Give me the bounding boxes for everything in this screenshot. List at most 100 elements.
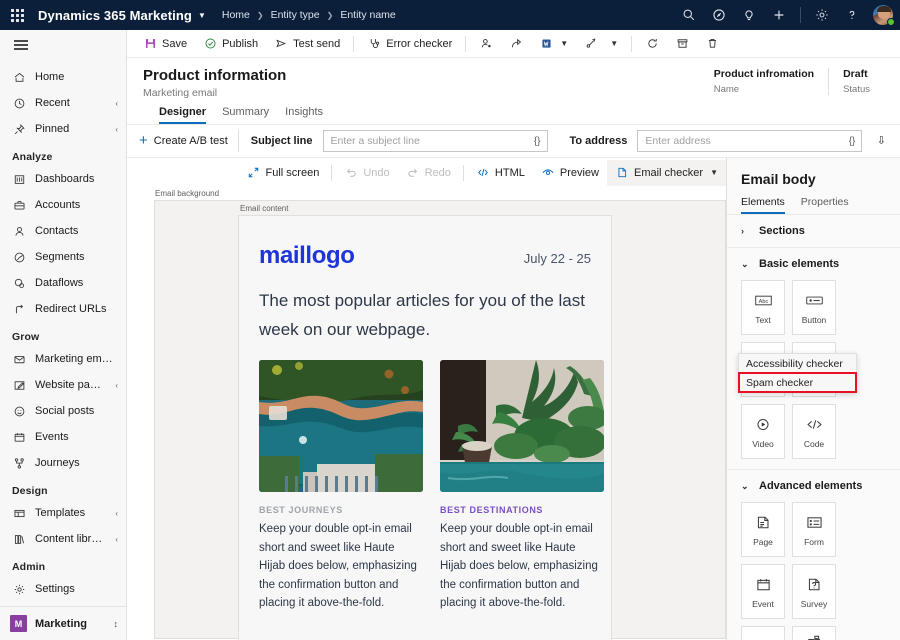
chevron-down-icon[interactable]: ▼ xyxy=(560,39,568,48)
sidebar-item-dashboards[interactable]: Dashboards xyxy=(0,166,126,192)
avatar[interactable] xyxy=(872,4,894,26)
breadcrumb-entity-type[interactable]: Entity type xyxy=(271,9,320,21)
email-card-body[interactable]: Keep your double opt-in email short and … xyxy=(259,520,423,613)
create-ab-test-button[interactable]: + Create A/B test xyxy=(139,135,238,147)
tropical-garden-pool-photo[interactable] xyxy=(440,360,604,492)
sidebar-item-website-pages[interactable]: Website pages ‹ xyxy=(0,372,126,398)
section-sections[interactable]: › Sections xyxy=(727,214,900,247)
subject-input[interactable] xyxy=(331,135,527,147)
email-date[interactable]: July 22 - 25 xyxy=(524,251,591,266)
email-card-body[interactable]: Keep your double opt-in email short and … xyxy=(440,520,604,613)
expand-row-chevron-icon[interactable]: ⇩ xyxy=(871,136,892,146)
sidebar-item-marketing-emails[interactable]: Marketing emails xyxy=(0,346,126,372)
plus-icon[interactable] xyxy=(765,0,793,30)
email-background[interactable]: Email content maillogo July 22 - 25 The … xyxy=(154,200,726,639)
tab-insights[interactable]: Insights xyxy=(277,106,331,124)
refresh-button[interactable] xyxy=(637,32,667,56)
tile-event[interactable]: Event xyxy=(741,564,785,619)
undo-button[interactable]: Undo xyxy=(336,160,397,186)
lightbulb-icon[interactable] xyxy=(735,0,763,30)
menu-item-spam-checker[interactable]: Spam checker xyxy=(739,373,856,392)
html-button[interactable]: HTML xyxy=(468,160,533,186)
sidebar-item-accounts[interactable]: Accounts xyxy=(0,192,126,218)
sidebar-item-settings[interactable]: Settings xyxy=(0,576,126,602)
email-card[interactable]: BEST JOURNEYS Keep your double opt-in em… xyxy=(259,360,423,613)
test-send-button[interactable]: Test send xyxy=(266,32,348,56)
brand-title[interactable]: Dynamics 365 Marketing xyxy=(38,8,192,23)
chevron-down-icon[interactable]: ▼ xyxy=(710,168,718,177)
section-basic-elements[interactable]: ⌄ Basic elements xyxy=(727,247,900,280)
save-button[interactable]: Save xyxy=(135,32,195,56)
tab-properties[interactable]: Properties xyxy=(801,196,857,214)
chevron-down-icon[interactable]: ▼ xyxy=(610,39,618,48)
sidebar-item-contacts[interactable]: Contacts xyxy=(0,218,126,244)
word-template-button[interactable]: ▼ xyxy=(531,32,576,56)
sidebar-item-content-library[interactable]: Content library ‹ xyxy=(0,526,126,552)
tile-video[interactable]: Video xyxy=(741,404,785,459)
sidebar-item-recent[interactable]: Recent ‹ xyxy=(0,90,126,116)
sidebar-item-dataflows[interactable]: Dataflows xyxy=(0,270,126,296)
app-launcher-icon[interactable] xyxy=(0,0,34,30)
aerial-pool-photo[interactable] xyxy=(259,360,423,492)
chevron-left-icon[interactable]: ‹ xyxy=(115,509,118,518)
tile-code[interactable]: Code xyxy=(792,404,836,459)
email-logo[interactable]: maillogo xyxy=(259,242,354,270)
tile-text[interactable]: Abc Text xyxy=(741,280,785,335)
tab-designer[interactable]: Designer xyxy=(159,106,214,124)
sidebar-item-segments[interactable]: Segments xyxy=(0,244,126,270)
chevron-left-icon[interactable]: ‹ xyxy=(115,125,118,134)
section-advanced-elements[interactable]: ⌄ Advanced elements xyxy=(727,469,900,502)
redo-button[interactable]: Redo xyxy=(398,160,459,186)
tile-qr-code[interactable]: QR code xyxy=(741,626,785,640)
flow-button[interactable]: ▼ xyxy=(576,32,626,56)
full-screen-button[interactable]: Full screen xyxy=(239,160,328,186)
tab-summary[interactable]: Summary xyxy=(214,106,277,124)
error-checker-button[interactable]: Error checker xyxy=(359,32,460,56)
chevron-left-icon[interactable]: ‹ xyxy=(115,535,118,544)
compass-icon[interactable] xyxy=(705,0,733,30)
email-content-label: Email content xyxy=(238,201,725,215)
tile-content-block[interactable]: Content block xyxy=(792,626,836,640)
tile-button[interactable]: Button xyxy=(792,280,836,335)
email-headline[interactable]: The most popular articles for you of the… xyxy=(259,280,591,360)
assign-button[interactable] xyxy=(471,32,501,56)
tab-elements[interactable]: Elements xyxy=(741,196,793,214)
sidebar-label: Marketing emails xyxy=(35,353,118,365)
email-checker-button[interactable]: Email checker ▼ xyxy=(607,160,726,186)
sidebar-item-home[interactable]: Home xyxy=(0,64,126,90)
sidebar-item-redirect-urls[interactable]: Redirect URLs xyxy=(0,296,126,322)
tile-survey[interactable]: Survey xyxy=(792,564,836,619)
share-button[interactable] xyxy=(501,32,531,56)
chevron-down-icon[interactable]: ▼ xyxy=(198,11,206,20)
email-content[interactable]: maillogo July 22 - 25 The most popular a… xyxy=(238,215,612,640)
help-icon[interactable] xyxy=(838,0,866,30)
tile-page[interactable]: Page xyxy=(741,502,785,557)
preview-button[interactable]: Preview xyxy=(533,160,607,186)
personalization-braces-icon[interactable]: {} xyxy=(534,136,541,147)
sidebar-item-social-posts[interactable]: Social posts xyxy=(0,398,126,424)
to-address-field[interactable]: {} xyxy=(637,130,862,152)
sidebar-item-journeys[interactable]: Journeys xyxy=(0,450,126,476)
delete-button[interactable] xyxy=(697,32,727,56)
email-card[interactable]: BEST DESTINATIONS Keep your double opt-i… xyxy=(440,360,604,613)
sidebar-item-templates[interactable]: Templates ‹ xyxy=(0,500,126,526)
menu-item-accessibility-checker[interactable]: Accessibility checker xyxy=(739,354,856,373)
updown-chevron-icon[interactable]: ↕ xyxy=(114,620,119,628)
breadcrumb-entity-name[interactable]: Entity name xyxy=(340,9,395,21)
menu-toggle-icon[interactable] xyxy=(0,30,126,60)
breadcrumb-home[interactable]: Home xyxy=(222,9,250,21)
to-address-input[interactable] xyxy=(645,135,841,147)
sidebar-label: Dashboards xyxy=(35,173,118,185)
archive-button[interactable] xyxy=(667,32,697,56)
area-switcher[interactable]: M Marketing ↕ xyxy=(0,606,126,640)
sidebar-item-pinned[interactable]: Pinned ‹ xyxy=(0,116,126,142)
chevron-left-icon[interactable]: ‹ xyxy=(115,381,118,390)
personalization-braces-icon[interactable]: {} xyxy=(849,136,856,147)
tile-form[interactable]: Form xyxy=(792,502,836,557)
search-icon[interactable] xyxy=(675,0,703,30)
publish-button[interactable]: Publish xyxy=(195,32,266,56)
sidebar-item-events[interactable]: Events xyxy=(0,424,126,450)
gear-icon[interactable] xyxy=(808,0,836,30)
subject-line-field[interactable]: {} xyxy=(323,130,548,152)
chevron-left-icon[interactable]: ‹ xyxy=(115,99,118,108)
